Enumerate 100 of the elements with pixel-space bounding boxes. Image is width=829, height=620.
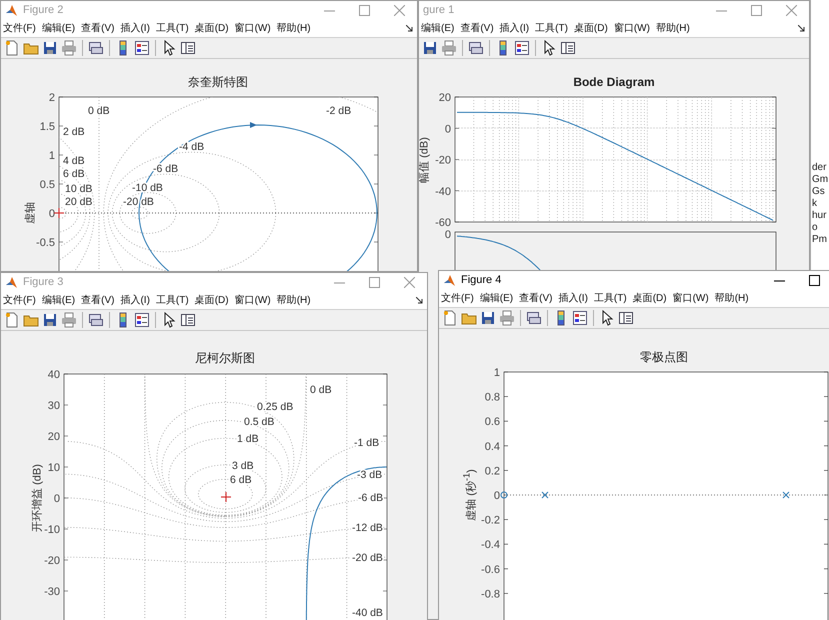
- tick-label: 1: [48, 150, 55, 162]
- text-fragment: k: [812, 198, 818, 209]
- menu-item[interactable]: 插入(I): [120, 21, 150, 35]
- grid-label: 6 dB: [230, 474, 252, 486]
- menu-item[interactable]: 文件(F): [3, 293, 36, 307]
- link-plot-icon[interactable]: [468, 40, 484, 56]
- tick-label: -20: [435, 154, 451, 166]
- tick-label: 0: [54, 493, 60, 505]
- critical-point-icon: [54, 208, 64, 218]
- tick-label: 1.5: [40, 121, 55, 133]
- print-icon[interactable]: [61, 40, 77, 56]
- close-icon[interactable]: [394, 4, 405, 16]
- menu-item[interactable]: 插入(I): [500, 21, 530, 35]
- axis-label: 开环增益 (dB): [30, 464, 44, 532]
- menu-item[interactable]: 帮助(H): [714, 291, 749, 305]
- save-icon[interactable]: [42, 312, 58, 328]
- panel-icon[interactable]: [560, 40, 576, 56]
- grid-label: 10 dB: [65, 183, 92, 195]
- menu-item[interactable]: 帮助(H): [656, 21, 690, 35]
- menu-item[interactable]: 编辑(E): [480, 291, 514, 305]
- tick-label: -0.8: [481, 588, 500, 600]
- tick-label: 0.4: [484, 440, 500, 453]
- new-file-icon[interactable]: [4, 312, 20, 328]
- tick-label: 10: [48, 462, 60, 474]
- new-file-icon[interactable]: [442, 310, 458, 326]
- tick-label: 2: [48, 92, 55, 104]
- print-icon[interactable]: [499, 310, 515, 326]
- text-fragment: Gs: [812, 186, 826, 197]
- menu-item[interactable]: 桌面(D): [632, 291, 667, 305]
- menu-item[interactable]: 窗口(W): [234, 21, 271, 35]
- legend-icon[interactable]: [514, 40, 530, 56]
- menu-item[interactable]: 桌面(D): [194, 293, 229, 307]
- dock-arrow-icon[interactable]: [798, 24, 805, 32]
- menu-item[interactable]: 编辑(E): [42, 21, 76, 35]
- grid-label: -1 dB: [354, 437, 380, 449]
- window-title: Figure 3: [23, 276, 64, 288]
- menu-item[interactable]: 桌面(D): [194, 21, 229, 35]
- print-icon[interactable]: [441, 40, 457, 56]
- plot-title: 零极点图: [640, 350, 688, 364]
- tick-label: 20: [48, 431, 60, 443]
- menu-item[interactable]: 查看(V): [81, 21, 114, 35]
- save-icon[interactable]: [480, 310, 496, 326]
- menu-item[interactable]: 插入(I): [558, 291, 588, 305]
- maximize-icon[interactable]: [809, 274, 820, 286]
- menu-item[interactable]: 帮助(H): [276, 21, 311, 35]
- text-fragment: Gm: [812, 174, 829, 185]
- menu-item[interactable]: 工具(T): [156, 21, 189, 35]
- legend-icon[interactable]: [134, 312, 150, 328]
- link-plot-icon[interactable]: [88, 40, 104, 56]
- grid-label: -2 dB: [326, 105, 352, 117]
- new-file-icon[interactable]: [4, 40, 20, 56]
- menu-item[interactable]: 窗口(W): [234, 293, 271, 307]
- dock-arrow-icon[interactable]: [406, 24, 413, 32]
- close-icon[interactable]: [786, 4, 797, 16]
- menu-item[interactable]: 查看(V): [81, 293, 114, 307]
- save-icon[interactable]: [42, 40, 58, 56]
- menu-item[interactable]: 插入(I): [120, 293, 150, 307]
- link-plot-icon[interactable]: [88, 312, 104, 328]
- tick-label: -0.5: [36, 237, 55, 249]
- app-logo-icon: [443, 274, 456, 286]
- panel-icon[interactable]: [180, 312, 196, 328]
- panel-icon[interactable]: [618, 310, 634, 326]
- tick-label: 1: [494, 367, 500, 379]
- menu-item[interactable]: 编辑(E): [42, 293, 76, 307]
- tick-label: 0: [444, 229, 451, 241]
- dock-arrow-icon[interactable]: [416, 296, 423, 304]
- menu-item[interactable]: 编辑(E): [421, 21, 454, 35]
- menu-item[interactable]: 文件(F): [441, 291, 474, 305]
- window-title: gure 1: [423, 4, 454, 16]
- plot-title: Bode Diagram: [573, 75, 655, 89]
- tick-label: 30: [48, 400, 60, 412]
- legend-icon[interactable]: [572, 310, 588, 326]
- panel-icon[interactable]: [180, 40, 196, 56]
- grid-label: -6 dB: [358, 492, 384, 504]
- pole-marker-icon: [782, 492, 790, 498]
- menu-item[interactable]: 工具(T): [156, 293, 189, 307]
- menu-item[interactable]: 桌面(D): [574, 21, 608, 35]
- save-icon[interactable]: [422, 40, 438, 56]
- tick-label: 0: [48, 208, 55, 220]
- text-fragment: Pm: [812, 234, 828, 245]
- close-icon[interactable]: [404, 276, 415, 288]
- grid-label: 4 dB: [63, 155, 85, 167]
- tick-label: -20: [44, 555, 60, 567]
- text-fragment: o: [812, 222, 819, 233]
- grid-label: 0.25 dB: [257, 401, 294, 413]
- menu-item[interactable]: 工具(T): [594, 291, 627, 305]
- axis-label: 虚轴: [24, 202, 38, 224]
- link-plot-icon[interactable]: [526, 310, 542, 326]
- menu-item[interactable]: 查看(V): [519, 291, 552, 305]
- menu-item[interactable]: 帮助(H): [276, 293, 311, 307]
- plot-title: 尼柯尔斯图: [195, 351, 255, 365]
- menu-item[interactable]: 工具(T): [535, 21, 568, 35]
- menu-item[interactable]: 文件(F): [3, 21, 36, 35]
- menu-item[interactable]: 窗口(W): [672, 291, 709, 305]
- tick-label: 0.8: [484, 392, 500, 404]
- print-icon[interactable]: [61, 312, 77, 328]
- menu-item[interactable]: 窗口(W): [614, 21, 650, 35]
- grid-label: 0 dB: [310, 384, 332, 396]
- menu-item[interactable]: 查看(V): [460, 21, 494, 35]
- legend-icon[interactable]: [134, 40, 150, 56]
